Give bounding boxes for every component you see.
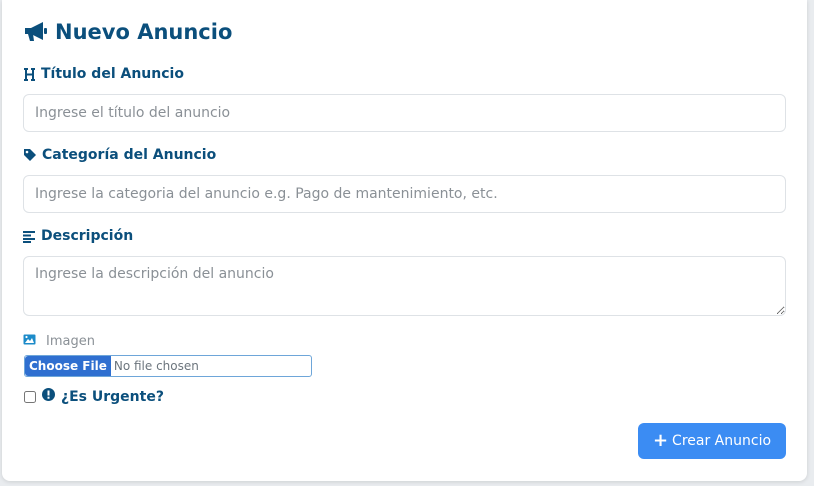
heading-icon (23, 67, 36, 81)
exclamation-circle-icon (42, 388, 55, 405)
form-title: Nuevo Anuncio (23, 20, 232, 44)
urgent-label: ¿Es Urgente? (61, 388, 164, 405)
title-field-label: Título del Anuncio (23, 66, 184, 82)
new-announcement-card: Nuevo Anuncio Título del Anuncio Categor… (2, 0, 807, 481)
align-left-icon (23, 230, 36, 243)
category-field-label-text: Categoría del Anuncio (42, 147, 217, 163)
create-announcement-label: Crear Anuncio (672, 433, 772, 449)
description-field-label: Descripción (23, 228, 133, 244)
image-field-label: Imagen (23, 334, 95, 349)
image-file-input[interactable]: Choose File No file chosen (24, 355, 312, 377)
plus-icon: + (652, 430, 669, 451)
title-input[interactable] (23, 94, 786, 132)
create-announcement-button[interactable]: + Crear Anuncio (638, 423, 786, 459)
category-field-label: Categoría del Anuncio (23, 147, 216, 163)
form-title-text: Nuevo Anuncio (55, 20, 233, 44)
title-field-label-text: Título del Anuncio (41, 66, 184, 82)
megaphone-icon (23, 21, 49, 43)
category-input[interactable] (23, 175, 786, 213)
file-status-text: No file chosen (113, 359, 199, 373)
urgent-field: ¿Es Urgente? (24, 388, 164, 405)
image-field-label-text: Imagen (46, 334, 95, 349)
tag-icon (23, 148, 37, 162)
description-field-label-text: Descripción (41, 228, 134, 244)
image-icon (23, 334, 36, 349)
choose-file-button[interactable]: Choose File (25, 356, 111, 376)
urgent-checkbox[interactable] (24, 390, 36, 403)
description-textarea[interactable] (23, 256, 786, 316)
